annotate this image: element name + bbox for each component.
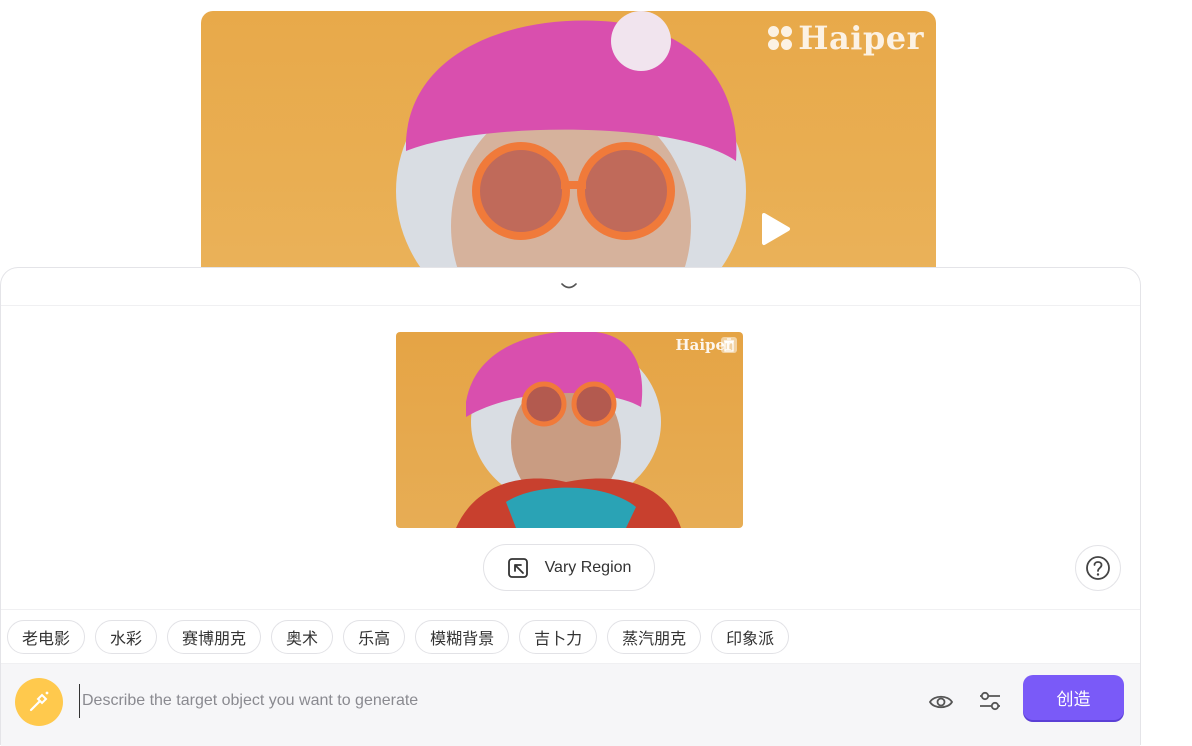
question-icon <box>1086 556 1110 580</box>
sliders-icon[interactable] <box>977 688 1003 714</box>
thumbnail-portrait <box>456 332 681 528</box>
chevron-down-icon[interactable] <box>559 280 579 292</box>
collapse-bar[interactable] <box>1 268 1140 306</box>
style-chip[interactable]: 水彩 <box>95 619 158 654</box>
region-select-icon <box>507 557 528 578</box>
style-chip[interactable]: 赛博朋克 <box>167 619 262 654</box>
style-chip[interactable]: 模糊背景 <box>415 619 510 654</box>
generation-panel: Haiper Vary Region 老电影 水彩 赛博朋克 奥术 乐高 模糊背… <box>0 267 1141 746</box>
style-presets: 老电影 水彩 赛博朋克 奥术 乐高 模糊背景 吉卜力 蒸汽朋克 印象派 <box>1 609 1140 664</box>
style-chip[interactable]: 吉卜力 <box>519 619 598 654</box>
help-button[interactable] <box>1075 545 1121 591</box>
style-chip[interactable]: 奥术 <box>271 619 334 654</box>
magic-wand-icon <box>29 691 49 712</box>
haiper-logo-icon <box>768 26 793 50</box>
magic-prompt-button[interactable] <box>15 678 63 726</box>
trash-icon[interactable] <box>721 337 737 353</box>
style-chip[interactable]: 蒸汽朋克 <box>607 619 702 654</box>
vary-region-label: Vary Region <box>544 558 632 576</box>
watermark-text: Haiper <box>798 19 924 57</box>
style-chip[interactable]: 印象派 <box>711 619 790 654</box>
style-chip[interactable]: 乐高 <box>343 619 406 654</box>
prompt-bar: 创造 <box>1 664 1140 746</box>
source-thumbnail[interactable]: Haiper <box>396 332 743 528</box>
eye-icon[interactable] <box>928 689 954 715</box>
play-icon[interactable] <box>756 211 792 247</box>
vary-region-button[interactable]: Vary Region <box>483 544 655 591</box>
style-chip[interactable]: 老电影 <box>7 619 86 654</box>
prompt-input[interactable] <box>79 684 899 718</box>
create-button[interactable]: 创造 <box>1023 675 1124 720</box>
haiper-watermark: Haiper <box>768 19 924 57</box>
video-preview[interactable]: Haiper <box>201 11 936 281</box>
